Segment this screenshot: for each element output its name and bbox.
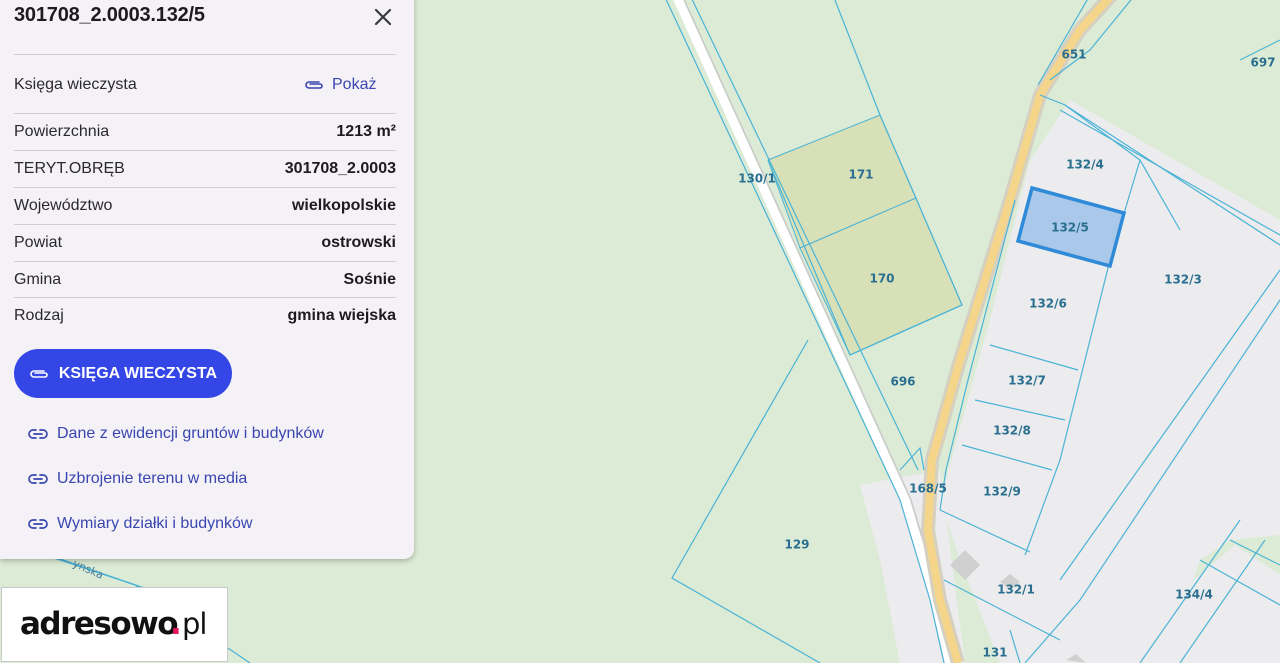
parcel-label-130-1: 130/1 [738, 172, 776, 186]
info-row-commune: Gmina Sośnie [14, 262, 396, 298]
parcel-label-132-4: 132/4 [1066, 158, 1104, 172]
info-value: 1213 m² [336, 123, 396, 140]
parcel-label-132-5: 132/5 [1051, 221, 1089, 235]
land-register-button[interactable]: KSIĘGA WIECZYSTA [14, 349, 232, 398]
close-icon[interactable] [370, 4, 396, 30]
adresowo-logo[interactable]: adresowo . pl [1, 587, 228, 662]
logo-text-main: adresowo [20, 606, 177, 642]
logo-dot: . [170, 606, 182, 642]
info-label: Rodzaj [14, 307, 64, 324]
show-kw-label[interactable]: Pokaż [332, 76, 376, 94]
info-label: Powiat [14, 234, 63, 251]
logo-svg: adresowo . pl [20, 606, 207, 642]
info-row-area: Powierzchnia 1213 m² [14, 114, 396, 150]
close-button[interactable] [370, 4, 396, 30]
info-label: Województwo [14, 197, 113, 214]
link-utilities-label[interactable]: Uzbrojenie terenu w media [57, 470, 247, 488]
info-row-county: Powiat ostrowski [14, 225, 396, 261]
parcel-label-171: 171 [848, 168, 873, 182]
info-value: Sośnie [343, 271, 396, 288]
link-land-records-label[interactable]: Dane z ewidencji gruntów i budynków [57, 425, 324, 443]
info-row-teryt: TERYT.OBRĘB 301708_2.0003 [14, 151, 396, 187]
link-dimensions[interactable]: Wymiary działki i budynków [28, 513, 252, 535]
parcel-label-132-1: 132/1 [997, 583, 1035, 597]
road-label: ynska [71, 557, 106, 582]
link-icon [28, 474, 48, 484]
parcel-label-651: 651 [1061, 48, 1086, 62]
info-value: gmina wiejska [287, 307, 397, 324]
info-value: ostrowski [321, 234, 396, 251]
parcel-label-134-4: 134/4 [1175, 588, 1213, 602]
info-value: wielkopolskie [291, 197, 396, 214]
info-label: Powierzchnia [14, 123, 110, 140]
info-label: TERYT.OBRĘB [14, 160, 125, 177]
parcel-label-696: 696 [890, 375, 915, 389]
parcel-label-168-5: 168/5 [909, 482, 947, 496]
parcel-label-697: 697 [1250, 56, 1275, 70]
divider [14, 54, 396, 55]
link-icon [28, 429, 48, 439]
link-land-records[interactable]: Dane z ewidencji gruntów i budynków [28, 423, 324, 445]
land-register-button-label[interactable]: KSIĘGA WIECZYSTA [59, 365, 217, 383]
link-dimensions-label[interactable]: Wymiary działki i budynków [57, 515, 252, 533]
info-row-type: Rodzaj gmina wiejska [14, 298, 396, 334]
show-kw-link[interactable]: Pokaż [304, 74, 376, 96]
parcel-title: 301708_2.0003.132/5 [14, 4, 205, 26]
parcel-label-170: 170 [869, 272, 894, 286]
info-value: 301708_2.0003 [284, 160, 396, 177]
link-utilities[interactable]: Uzbrojenie terenu w media [28, 468, 247, 490]
paperclip-icon [30, 369, 48, 378]
parcel-label-132-9: 132/9 [983, 485, 1021, 499]
parcel-label-131: 131 [982, 646, 1007, 660]
parcel-label-132-3: 132/3 [1164, 273, 1202, 287]
parcel-label-132-6: 132/6 [1029, 297, 1067, 311]
link-icon [28, 519, 48, 529]
parcel-label-129: 129 [784, 538, 809, 552]
parcel-label-132-8: 132/8 [993, 424, 1031, 438]
logo-text-tld: pl [182, 607, 206, 641]
info-row-voivodeship: Województwo wielkopolskie [14, 188, 396, 224]
info-label: Gmina [14, 271, 62, 288]
parcel-label-132-7: 132/7 [1008, 374, 1046, 388]
parcel-info-panel: 301708_2.0003.132/5 Księga wieczysta Pok… [0, 0, 414, 559]
kw-row-label: Księga wieczysta [14, 76, 137, 93]
paperclip-icon [305, 81, 323, 89]
